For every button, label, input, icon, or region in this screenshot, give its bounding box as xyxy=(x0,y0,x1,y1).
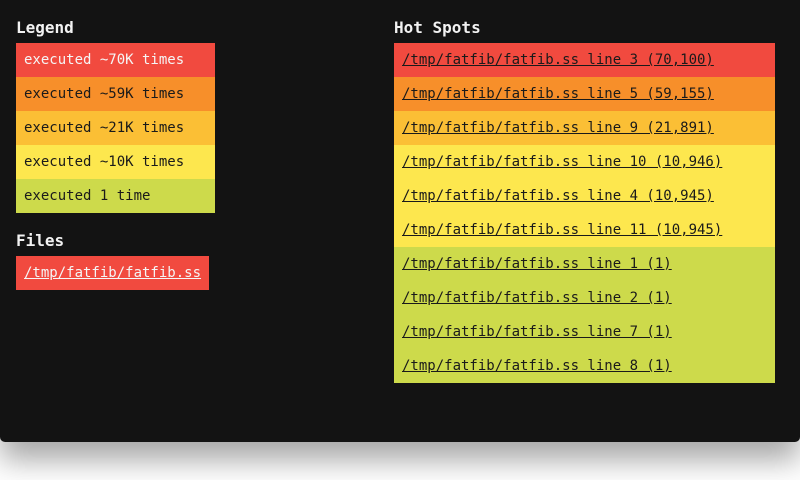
hotspot-row: /tmp/fatfib/fatfib.ss line 9 (21,891) xyxy=(394,111,775,145)
hotspot-link-line-3[interactable]: /tmp/fatfib/fatfib.ss line 3 (70,100) xyxy=(402,52,714,68)
hotspot-link-line-8[interactable]: /tmp/fatfib/fatfib.ss line 8 (1) xyxy=(402,358,672,374)
hotspot-link-line-2[interactable]: /tmp/fatfib/fatfib.ss line 2 (1) xyxy=(402,290,672,306)
file-item: /tmp/fatfib/fatfib.ss xyxy=(16,256,210,290)
hotspot-row: /tmp/fatfib/fatfib.ss line 1 (1) xyxy=(394,247,775,281)
legend-heading: Legend xyxy=(16,18,74,37)
hotspot-link-line-11[interactable]: /tmp/fatfib/fatfib.ss line 11 (10,945) xyxy=(402,222,722,238)
legend-item-70k: executed ~70K times xyxy=(16,43,215,77)
hotspot-row: /tmp/fatfib/fatfib.ss line 2 (1) xyxy=(394,281,775,315)
hotspot-link-line-4[interactable]: /tmp/fatfib/fatfib.ss line 4 (10,945) xyxy=(402,188,714,204)
hotspot-row: /tmp/fatfib/fatfib.ss line 8 (1) xyxy=(394,349,775,383)
hotspot-row: /tmp/fatfib/fatfib.ss line 3 (70,100) xyxy=(394,43,775,77)
hotspots-heading: Hot Spots xyxy=(394,18,481,37)
hotspot-row: /tmp/fatfib/fatfib.ss line 11 (10,945) xyxy=(394,213,775,247)
hotspot-row: /tmp/fatfib/fatfib.ss line 10 (10,946) xyxy=(394,145,775,179)
hotspot-link-line-10[interactable]: /tmp/fatfib/fatfib.ss line 10 (10,946) xyxy=(402,154,722,170)
hotspot-link-line-1[interactable]: /tmp/fatfib/fatfib.ss line 1 (1) xyxy=(402,256,672,272)
hotspot-link-line-7[interactable]: /tmp/fatfib/fatfib.ss line 7 (1) xyxy=(402,324,672,340)
hotspot-link-line-5[interactable]: /tmp/fatfib/fatfib.ss line 5 (59,155) xyxy=(402,86,714,102)
profiler-window: Legend executed ~70K times executed ~59K… xyxy=(0,0,800,442)
hotspot-row: /tmp/fatfib/fatfib.ss line 7 (1) xyxy=(394,315,775,349)
hotspot-row: /tmp/fatfib/fatfib.ss line 5 (59,155) xyxy=(394,77,775,111)
file-link[interactable]: /tmp/fatfib/fatfib.ss xyxy=(24,265,201,281)
legend-list: executed ~70K times executed ~59K times … xyxy=(16,43,215,213)
hotspots-list: /tmp/fatfib/fatfib.ss line 3 (70,100) /t… xyxy=(394,43,775,383)
legend-item-1: executed 1 time xyxy=(16,179,215,213)
files-list: /tmp/fatfib/fatfib.ss xyxy=(16,256,210,290)
hotspot-row: /tmp/fatfib/fatfib.ss line 4 (10,945) xyxy=(394,179,775,213)
files-heading: Files xyxy=(16,231,65,250)
legend-item-59k: executed ~59K times xyxy=(16,77,215,111)
hotspot-link-line-9[interactable]: /tmp/fatfib/fatfib.ss line 9 (21,891) xyxy=(402,120,714,136)
legend-item-21k: executed ~21K times xyxy=(16,111,215,145)
legend-item-10k: executed ~10K times xyxy=(16,145,215,179)
